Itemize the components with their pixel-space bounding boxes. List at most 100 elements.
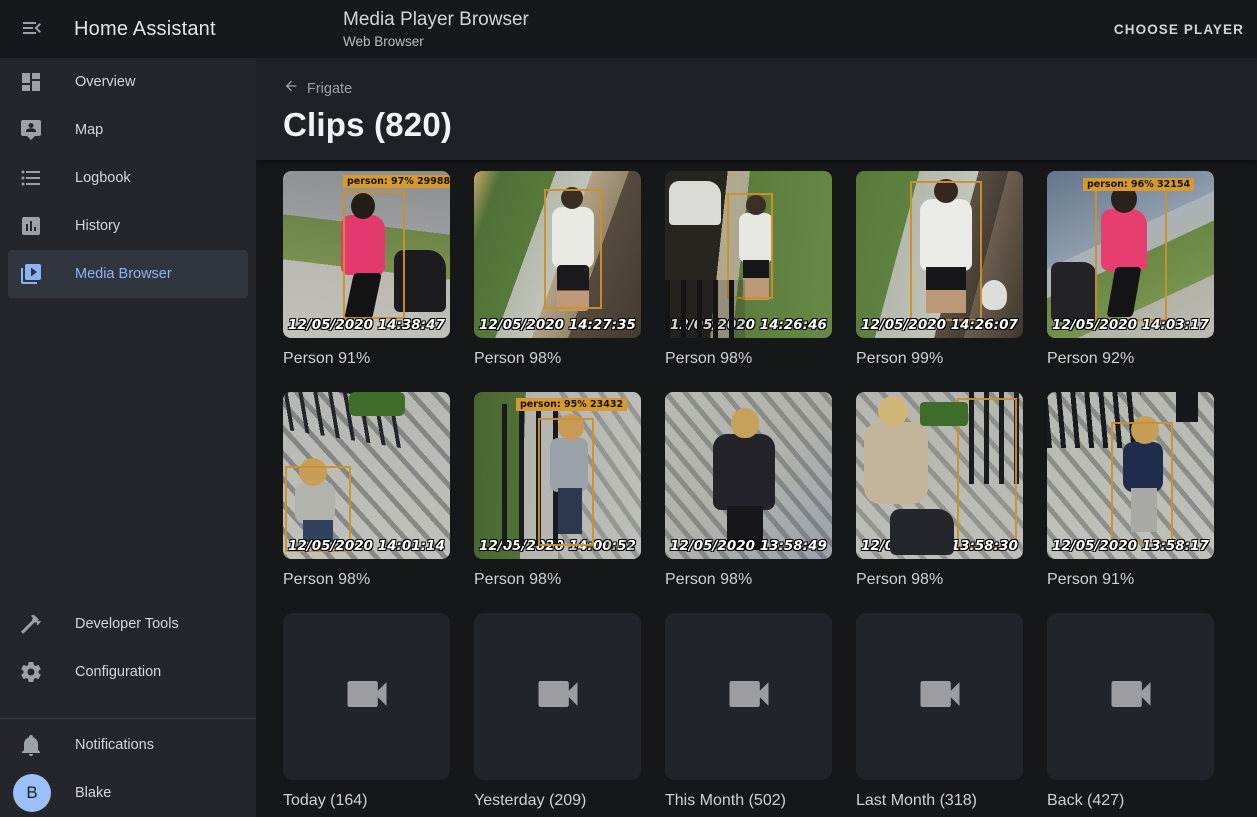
clip-thumbnail[interactable]: 12/05/2020 14:27:35 bbox=[474, 171, 641, 338]
menu-toggle-button[interactable] bbox=[8, 5, 56, 53]
page-title: Clips (820) bbox=[283, 106, 1257, 144]
person-figure bbox=[864, 422, 928, 504]
sidebar-user-item[interactable]: BBlake bbox=[8, 769, 248, 817]
sidebar-item-developer-tools[interactable]: Developer Tools bbox=[8, 600, 248, 648]
clip-thumbnail[interactable]: person: 96% 3215412/05/2020 14:03:17 bbox=[1047, 171, 1214, 338]
back-arrow-icon bbox=[283, 78, 299, 99]
clip-thumbnail[interactable]: 12/05/2020 13:58:17 bbox=[1047, 392, 1214, 559]
detection-box bbox=[343, 191, 405, 319]
clip-caption: Person 98% bbox=[474, 350, 641, 368]
detection-box bbox=[544, 189, 602, 309]
timestamp-overlay: 12/05/2020 14:01:14 bbox=[288, 538, 445, 554]
detection-box bbox=[538, 418, 594, 546]
video-icon bbox=[532, 668, 584, 725]
clip-thumbnail[interactable]: 12/05/2020 14:26:46 bbox=[665, 171, 832, 338]
folder-label: Last Month (318) bbox=[856, 792, 1023, 810]
scene-shape bbox=[890, 509, 954, 555]
folder-tile[interactable] bbox=[1047, 613, 1214, 780]
clip-thumbnail[interactable]: person: 95% 2343212/05/2020 14:00:52 bbox=[474, 392, 641, 559]
folder-label: Back (427) bbox=[1047, 792, 1214, 810]
folder-tile[interactable] bbox=[665, 613, 832, 780]
clip-cell: 12/05/2020 14:01:14 Person 98% bbox=[283, 392, 450, 589]
breadcrumb[interactable]: Frigate bbox=[283, 78, 352, 99]
sidebar: Overview Map Logbook History Media Browser De… bbox=[0, 58, 256, 817]
sidebar-divider bbox=[0, 718, 256, 719]
clip-thumbnail[interactable]: 12/05/2020 13:58:30 bbox=[856, 392, 1023, 559]
timestamp-overlay: 12/05/2020 14:38:47 bbox=[288, 317, 445, 333]
map-icon bbox=[19, 118, 43, 142]
folder-label: Today (164) bbox=[283, 792, 450, 810]
detection-box bbox=[1095, 185, 1167, 321]
bell-icon bbox=[19, 733, 43, 757]
folder-tile[interactable] bbox=[283, 613, 450, 780]
timestamp-overlay: 12/05/2020 14:26:46 bbox=[670, 317, 827, 333]
sidebar-item-overview-label: Overview bbox=[75, 74, 135, 90]
folder-cell: This Month (502) bbox=[665, 613, 832, 810]
dev-tools-icon bbox=[19, 612, 43, 636]
video-icon bbox=[914, 668, 966, 725]
menu-open-icon bbox=[20, 16, 44, 43]
video-icon bbox=[1105, 668, 1157, 725]
folder-cell: Today (164) bbox=[283, 613, 450, 810]
content-header: Frigate Clips (820) bbox=[256, 58, 1257, 160]
timestamp-overlay: 12/05/2020 14:27:35 bbox=[479, 317, 636, 333]
clip-caption: Person 98% bbox=[283, 571, 450, 589]
sidebar-item-configuration-label: Configuration bbox=[75, 664, 161, 680]
detection-box bbox=[727, 193, 773, 299]
sidebar-item-media-browser-label: Media Browser bbox=[75, 266, 172, 282]
folder-tile[interactable] bbox=[856, 613, 1023, 780]
clip-caption: Person 98% bbox=[665, 350, 832, 368]
clip-caption: Person 92% bbox=[1047, 350, 1214, 368]
config-icon bbox=[19, 660, 43, 684]
video-icon bbox=[341, 668, 393, 725]
sidebar-item-media-browser[interactable]: Media Browser bbox=[8, 250, 248, 298]
folder-cell: Yesterday (209) bbox=[474, 613, 641, 810]
clip-thumbnail[interactable]: 12/05/2020 13:58:49 bbox=[665, 392, 832, 559]
clip-thumbnail[interactable]: person: 97% 2998812/05/2020 14:38:47 bbox=[283, 171, 450, 338]
detection-box bbox=[910, 181, 982, 321]
media-browser-icon bbox=[19, 262, 43, 286]
clip-caption: Person 91% bbox=[283, 350, 450, 368]
clip-cell: 12/05/2020 13:58:49 Person 98% bbox=[665, 392, 832, 589]
sidebar-item-logbook-label: Logbook bbox=[75, 170, 131, 186]
clip-caption: Person 91% bbox=[1047, 571, 1214, 589]
media-grid: person: 97% 2998812/05/2020 14:38:47 Pers… bbox=[283, 171, 1214, 810]
sidebar-item-overview[interactable]: Overview bbox=[8, 58, 248, 106]
timestamp-overlay: 12/05/2020 14:26:07 bbox=[861, 317, 1018, 333]
breadcrumb-label: Frigate bbox=[307, 81, 352, 97]
app-bar: Home Assistant Media Player Browser Web … bbox=[0, 0, 1257, 58]
clip-caption: Person 99% bbox=[856, 350, 1023, 368]
main-content: Frigate Clips (820) person: 97% 2998812/… bbox=[256, 58, 1257, 817]
sidebar-item-notifications[interactable]: Notifications bbox=[8, 721, 248, 769]
clip-caption: Person 98% bbox=[665, 571, 832, 589]
sidebar-item-history-label: History bbox=[75, 218, 120, 234]
folder-cell: Last Month (318) bbox=[856, 613, 1023, 810]
panel-title: Media Player Browser bbox=[343, 9, 529, 31]
app-title: Home Assistant bbox=[74, 18, 216, 41]
timestamp-overlay: 12/05/2020 13:58:49 bbox=[670, 538, 827, 554]
folder-label: This Month (502) bbox=[665, 792, 832, 810]
clip-caption: Person 98% bbox=[856, 571, 1023, 589]
user-name: Blake bbox=[75, 785, 111, 801]
sidebar-item-configuration[interactable]: Configuration bbox=[8, 648, 248, 696]
logbook-icon bbox=[19, 166, 43, 190]
sidebar-item-logbook[interactable]: Logbook bbox=[8, 154, 248, 202]
sidebar-spacer bbox=[0, 298, 256, 600]
clip-cell: 12/05/2020 14:27:35 Person 98% bbox=[474, 171, 641, 368]
timestamp-overlay: 12/05/2020 14:03:17 bbox=[1052, 317, 1209, 333]
choose-player-button[interactable]: CHOOSE PLAYER bbox=[1114, 0, 1244, 58]
dashboard-icon bbox=[19, 70, 43, 94]
history-icon bbox=[19, 214, 43, 238]
scene-shape bbox=[669, 181, 721, 225]
scene-shape bbox=[981, 280, 1007, 310]
clip-cell: person: 97% 2998812/05/2020 14:38:47 Pers… bbox=[283, 171, 450, 368]
detection-box bbox=[957, 398, 1017, 548]
sidebar-item-map[interactable]: Map bbox=[8, 106, 248, 154]
folder-tile[interactable] bbox=[474, 613, 641, 780]
detection-label: person: 95% 23432 bbox=[516, 398, 627, 411]
clip-cell: 12/05/2020 14:26:46 Person 98% bbox=[665, 171, 832, 368]
sidebar-item-notifications-label: Notifications bbox=[75, 737, 154, 753]
clip-thumbnail[interactable]: 12/05/2020 14:26:07 bbox=[856, 171, 1023, 338]
sidebar-item-history[interactable]: History bbox=[8, 202, 248, 250]
clip-thumbnail[interactable]: 12/05/2020 14:01:14 bbox=[283, 392, 450, 559]
